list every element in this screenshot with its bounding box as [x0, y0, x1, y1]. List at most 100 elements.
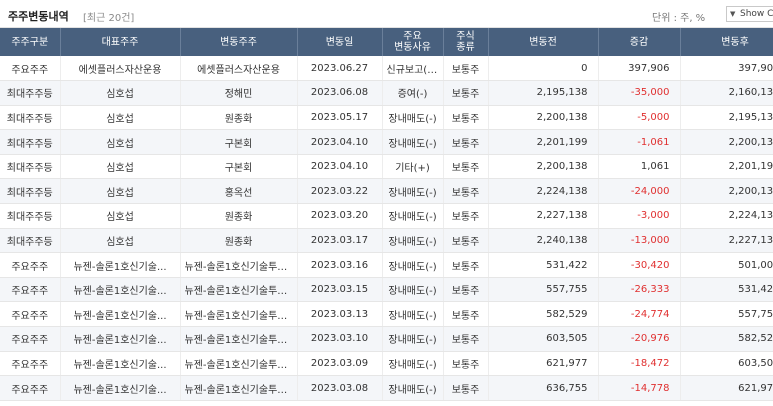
cell-shares-change: -24,774 [598, 301, 681, 328]
cell-representative: 심호섭 [60, 154, 181, 180]
cell-changed-holder: 뉴젠-솔론1호신기술투자... [180, 375, 298, 401]
cell-shares-after: 603,505 [680, 351, 773, 377]
cell-shares-change: -13,000 [598, 228, 681, 254]
cell-shares-after: 2,201,199 [680, 154, 773, 180]
col-header-representative[interactable]: 대표주주 [60, 28, 181, 56]
cell-stock-type: 보통주 [443, 375, 489, 401]
cell-stock-type: 보통주 [443, 326, 489, 352]
cell-stock-type: 보통주 [443, 277, 489, 303]
table-row[interactable]: 주요주주 뉴젠-솔론1호신기술... 뉴젠-솔론1호신기술투자... 2023.03.… [0, 252, 773, 278]
col-header-stock-type[interactable]: 주식 종류 [443, 28, 489, 56]
cell-shares-after: 557,755 [680, 301, 773, 328]
table-row[interactable]: 주요주주 뉴젠-솔론1호신기술... 뉴젠-솔론1호신기술투자... 2023.03.… [0, 351, 773, 377]
cell-representative: 뉴젠-솔론1호신기술... [60, 252, 181, 278]
cell-change-date: 2023.06.27 [297, 56, 383, 82]
cell-changed-holder: 뉴젠-솔론1호신기술투자... [180, 301, 298, 328]
table-row[interactable]: 주요주주 뉴젠-솔론1호신기술... 뉴젠-솔론1호신기술투자... 2023.03.… [0, 375, 773, 401]
cell-changed-holder: 원종화 [180, 203, 298, 229]
cell-changed-holder: 구본회 [180, 129, 298, 155]
table-row[interactable]: 주요주주 뉴젠-솔론1호신기술... 뉴젠-솔론1호신기술투자... 2023.03.… [0, 277, 773, 303]
col-header-before[interactable]: 변동전 [488, 28, 599, 56]
cell-change-date: 2023.03.08 [297, 375, 383, 401]
cell-shares-after: 2,224,138 [680, 203, 773, 229]
cell-change-date: 2023.03.20 [297, 203, 383, 229]
col-header-reason[interactable]: 주요 변동사유 [382, 28, 444, 56]
page-title: 주주변동내역 [8, 10, 69, 23]
cell-stock-type: 보통주 [443, 178, 489, 205]
table-row[interactable]: 최대주주등 심호섭 원종화 2023.03.20 장내매도(-) 보통주 2,227,138… [0, 203, 773, 229]
cell-change-date: 2023.04.10 [297, 129, 383, 155]
cell-change-reason: 장내매도(-) [382, 301, 444, 328]
cell-shares-before: 603,505 [488, 326, 599, 352]
cell-holder-type: 주요주주 [0, 277, 61, 303]
table-row[interactable]: 최대주주등 심호섭 원종화 2023.05.17 장내매도(-) 보통주 2,200,138… [0, 105, 773, 131]
cell-shares-before: 2,227,138 [488, 203, 599, 229]
cell-representative: 뉴젠-솔론1호신기술... [60, 351, 181, 377]
shareholder-change-table: 주주구분 대표주주 변동주주 변동일 주요 변동사유 주식 종류 변동전 증감 변동… [0, 28, 773, 401]
cell-shares-change: -30,420 [598, 252, 681, 278]
cell-shares-before: 621,977 [488, 351, 599, 377]
cell-shares-change: -24,000 [598, 178, 681, 205]
col-header-type[interactable]: 주주구분 [0, 28, 61, 56]
table-row[interactable]: 최대주주등 심호섭 홍옥선 2023.03.22 장내매도(-) 보통주 2,224,138… [0, 178, 773, 205]
cell-shares-change: -3,000 [598, 203, 681, 229]
cell-holder-type: 최대주주등 [0, 203, 61, 229]
show-columns-dropdown[interactable]: ▼ Show C [726, 6, 773, 22]
cell-shares-change: -14,778 [598, 375, 681, 401]
cell-change-date: 2023.03.16 [297, 252, 383, 278]
col-header-after[interactable]: 변동후 [680, 28, 773, 56]
cell-representative: 심호섭 [60, 105, 181, 131]
cell-change-reason: 증여(-) [382, 80, 444, 106]
cell-change-reason: 장내매도(-) [382, 129, 444, 155]
cell-shares-after: 2,195,138 [680, 105, 773, 131]
cell-shares-before: 0 [488, 56, 599, 82]
table-row[interactable]: 주요주주 뉴젠-솔론1호신기술... 뉴젠-솔론1호신기술투자... 2023.03.… [0, 301, 773, 328]
cell-change-date: 2023.03.17 [297, 228, 383, 254]
cell-changed-holder: 홍옥선 [180, 178, 298, 205]
table-row[interactable]: 최대주주등 심호섭 정해민 2023.06.08 증여(-) 보통주 2,195,138 -3… [0, 80, 773, 106]
cell-shares-change: 1,061 [598, 154, 681, 180]
cell-holder-type: 주요주주 [0, 252, 61, 278]
cell-change-date: 2023.03.22 [297, 178, 383, 205]
cell-representative: 뉴젠-솔론1호신기술... [60, 375, 181, 401]
table-row[interactable]: 주요주주 에셋플러스자산운용 에셋플러스자산운용 2023.06.27 신규보고(+) 보… [0, 56, 773, 82]
cell-change-reason: 장내매도(-) [382, 105, 444, 131]
cell-shares-change: -20,976 [598, 326, 681, 352]
cell-holder-type: 주요주주 [0, 301, 61, 328]
cell-shares-after: 621,977 [680, 375, 773, 401]
table-row[interactable]: 최대주주등 심호섭 원종화 2023.03.17 장내매도(-) 보통주 2,240,138… [0, 228, 773, 254]
cell-representative: 뉴젠-솔론1호신기술... [60, 326, 181, 352]
cell-shares-after: 2,227,138 [680, 228, 773, 254]
cell-changed-holder: 원종화 [180, 105, 298, 131]
col-header-date[interactable]: 변동일 [297, 28, 383, 56]
show-select-label: Show C [740, 9, 773, 19]
cell-shares-after: 501,002 [680, 252, 773, 278]
cell-stock-type: 보통주 [443, 252, 489, 278]
table-row[interactable]: 주요주주 뉴젠-솔론1호신기술... 뉴젠-솔론1호신기술투자... 2023.03.… [0, 326, 773, 352]
cell-stock-type: 보통주 [443, 301, 489, 328]
cell-shares-before: 2,224,138 [488, 178, 599, 205]
cell-stock-type: 보통주 [443, 203, 489, 229]
cell-stock-type: 보통주 [443, 56, 489, 82]
cell-shares-change: -26,333 [598, 277, 681, 303]
col-header-holder[interactable]: 변동주주 [180, 28, 298, 56]
cell-changed-holder: 원종화 [180, 228, 298, 254]
table-row[interactable]: 최대주주등 심호섭 구본회 2023.04.10 기타(+) 보통주 2,200,138 1,… [0, 154, 773, 180]
table-row[interactable]: 최대주주등 심호섭 구본회 2023.04.10 장내매도(-) 보통주 2,201,199… [0, 129, 773, 155]
col-header-change[interactable]: 증감 [598, 28, 681, 56]
cell-stock-type: 보통주 [443, 129, 489, 155]
cell-change-reason: 장내매도(-) [382, 351, 444, 377]
cell-changed-holder: 뉴젠-솔론1호신기술투자... [180, 326, 298, 352]
cell-shares-after: 582,529 [680, 326, 773, 352]
cell-shares-after: 2,160,138 [680, 80, 773, 106]
col-header-reason-line2: 변동사유 [394, 42, 431, 53]
cell-change-reason: 장내매도(-) [382, 203, 444, 229]
cell-representative: 심호섭 [60, 178, 181, 205]
cell-change-reason: 장내매도(-) [382, 228, 444, 254]
cell-shares-before: 2,200,138 [488, 105, 599, 131]
cell-holder-type: 주요주주 [0, 375, 61, 401]
cell-holder-type: 최대주주등 [0, 154, 61, 180]
cell-change-reason: 장내매도(-) [382, 326, 444, 352]
cell-holder-type: 주요주주 [0, 56, 61, 82]
cell-representative: 심호섭 [60, 203, 181, 229]
